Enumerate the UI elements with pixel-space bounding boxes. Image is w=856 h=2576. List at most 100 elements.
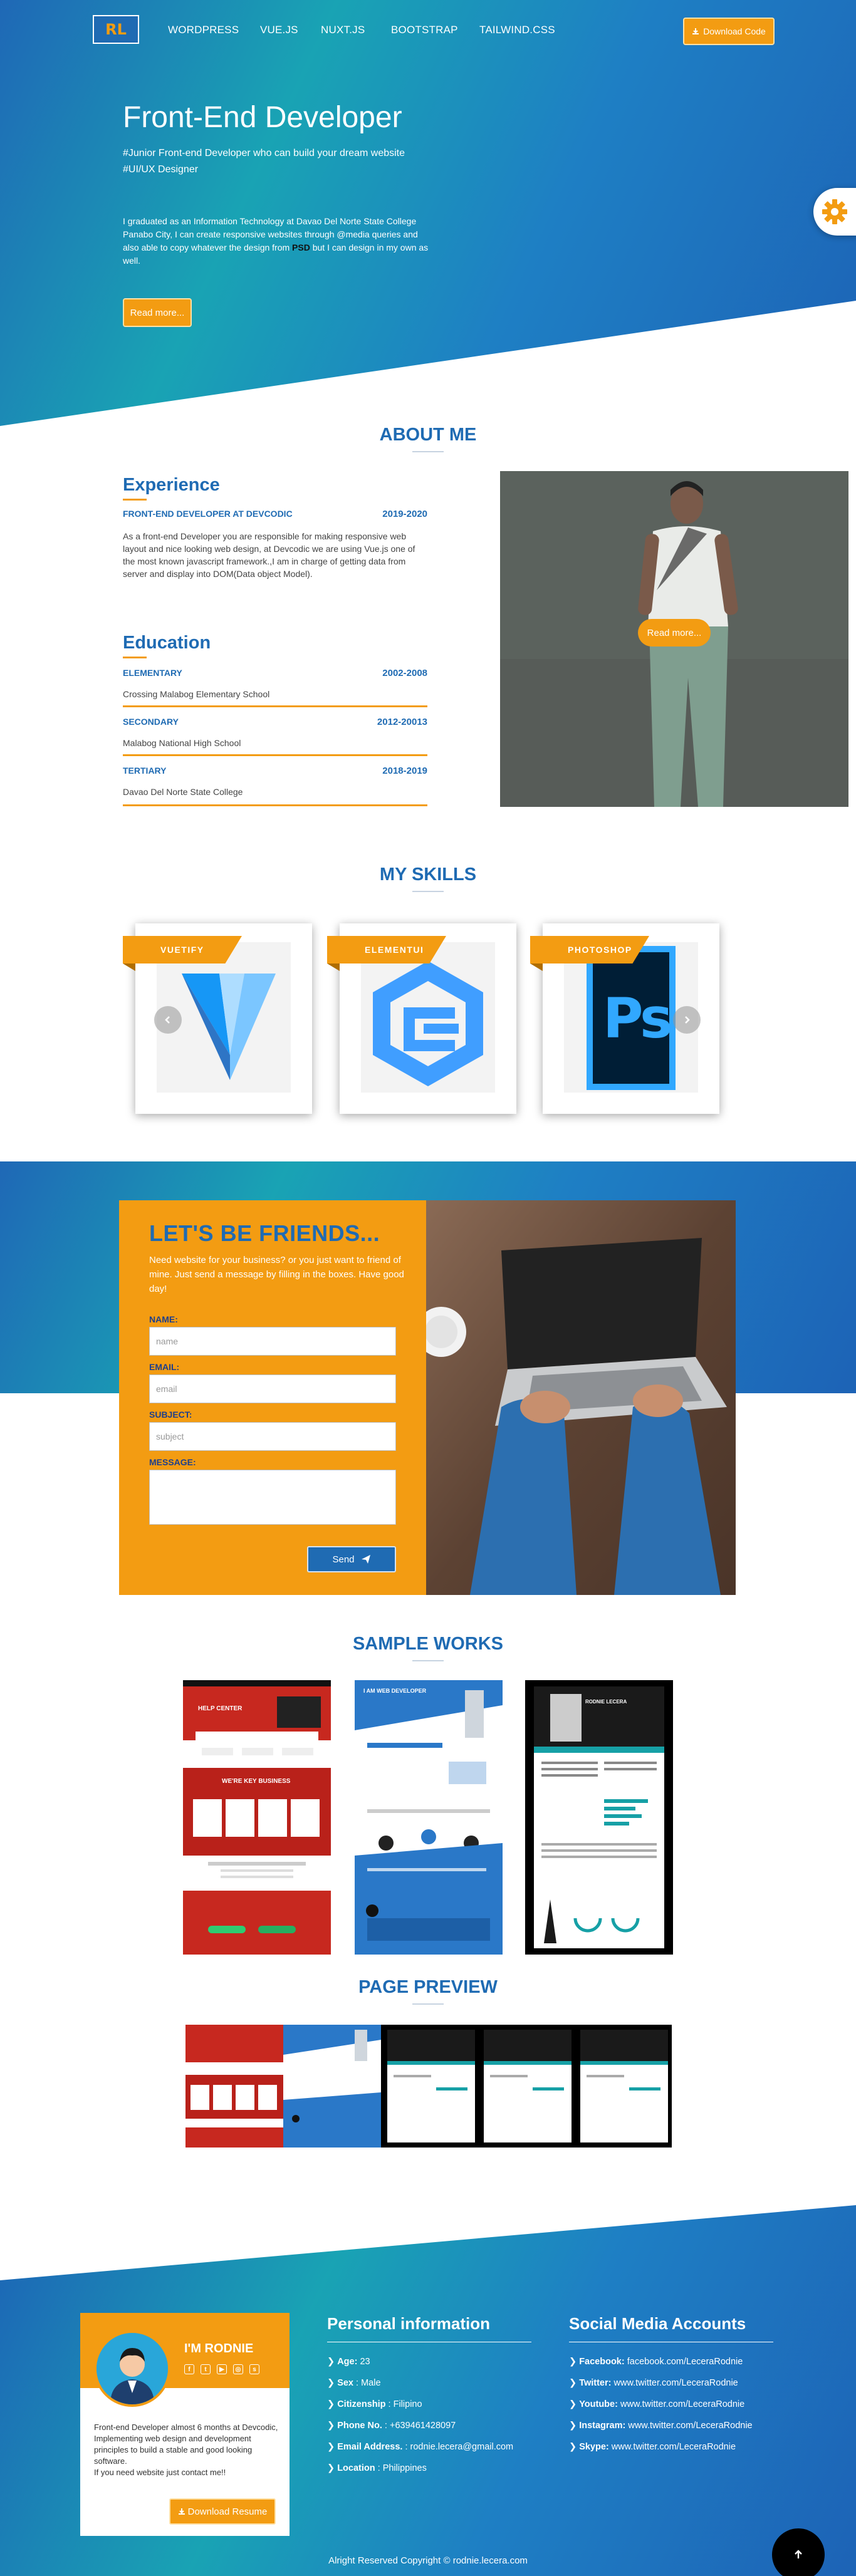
message-textarea[interactable] [149,1470,396,1525]
chevron-right-icon: ❯ [569,2399,580,2409]
education-date-elementary: 2002-2008 [382,668,427,678]
chevron-right-icon: ❯ [327,2463,338,2473]
about-title-divider [412,451,444,452]
arrow-up-icon [795,2550,802,2558]
send-button[interactable]: Send [307,1546,396,1572]
contact-title: LET'S BE FRIENDS... [149,1220,380,1246]
avatar [94,2330,170,2407]
social-value[interactable]: www.twitter.com/LeceraRodnie [609,2442,736,2452]
info-value: : Male [353,2378,381,2388]
info-value: : +639461428097 [382,2421,456,2431]
list-item[interactable]: ❯ Instagram: www.twitter.com/LeceraRodni… [569,2419,753,2441]
chevron-right-icon: ❯ [569,2421,580,2431]
blue-site-screenshot [355,1680,503,1955]
social-accounts-title: Social Media Accounts [569,2314,746,2333]
profile-name: I'M RODNIE [184,2342,254,2355]
elementui-logo-icon [373,961,483,1086]
chevron-right-icon: ❯ [569,2442,580,2452]
carousel-next-button[interactable] [673,1006,701,1034]
email-label: EMAIL: [149,1362,180,1372]
name-input[interactable] [149,1327,396,1356]
nav-link-vuejs[interactable]: VUE.JS [260,24,298,36]
hero-section [0,0,856,426]
skill-card-elementui[interactable]: ELEMENTUI [327,923,516,1114]
site-logo[interactable]: RL [93,15,139,44]
hero-read-more-button[interactable]: Read more... [123,298,192,327]
page-preview-strip[interactable] [185,2025,672,2148]
contact-form-panel: LET'S BE FRIENDS... Need website for you… [119,1200,736,1595]
hero-subtitle-line-1: #Junior Front-end Developer who can buil… [123,148,405,158]
top-navbar: RL WORDPRESS VUE.JS NUXT.JS BOOTSTRAP TA… [0,14,856,49]
ribbon-fold [327,963,340,971]
chevron-right-icon [685,1016,690,1024]
experience-title: Experience [123,475,220,495]
work-thumb-blue-site[interactable]: I AM WEB DEVELOPER [355,1680,503,1955]
red-site-section-text: WE'RE KEY BUSINESS [222,1778,291,1785]
blue-site-header-text: I AM WEB DEVELOPER [363,1688,427,1694]
personal-info-title: Personal information [327,2314,491,2333]
social-key: Facebook: [579,2357,625,2367]
education-school-tertiary: Davao Del Norte State College [123,787,243,797]
list-item[interactable]: ❯ Twitter: www.twitter.com/LeceraRodnie [569,2377,753,2398]
nav-link-bootstrap[interactable]: BOOTSTRAP [391,24,458,36]
work-thumb-resume-site[interactable]: RODNIE LECERA [525,1680,673,1955]
facebook-icon[interactable]: f [184,2364,194,2374]
works-title-divider [412,1660,444,1661]
download-icon [692,28,699,34]
email-input[interactable] [149,1374,396,1403]
education-divider [123,705,427,707]
download-code-button[interactable]: Download Code [683,18,775,45]
social-value[interactable]: www.twitter.com/LeceraRodnie [625,2421,752,2431]
experience-underline [123,499,147,501]
download-resume-button[interactable]: Download Resume [169,2498,276,2525]
skill-ribbon: ELEMENTUI [327,936,446,963]
skype-icon[interactable]: s [249,2364,259,2374]
chevron-right-icon: ❯ [327,2399,338,2409]
list-item: ❯ Citizenship : Filipino [327,2398,513,2419]
chevron-right-icon: ❯ [327,2378,338,2388]
carousel-prev-button[interactable] [154,1006,182,1034]
hero-desc-psd: PSD [292,242,310,252]
profile-bio: Front-end Developer almost 6 months at D… [94,2422,279,2478]
social-key: Instagram: [579,2421,626,2431]
instagram-icon[interactable]: ◎ [233,2364,243,2374]
info-key: Location [337,2463,375,2473]
scroll-to-top-button[interactable] [772,2528,825,2576]
name-label: NAME: [149,1314,178,1324]
chevron-right-icon: ❯ [569,2357,580,2367]
settings-tab[interactable] [813,188,856,236]
nav-link-nuxtjs[interactable]: NUXT.JS [321,24,365,36]
social-value[interactable]: www.twitter.com/LeceraRodnie [611,2378,738,2388]
list-item[interactable]: ❯ Youtube: www.twitter.com/LeceraRodnie [569,2398,753,2419]
info-value: : rodnie.lecera@gmail.com [402,2442,514,2452]
about-read-more-button[interactable]: Read more... [638,619,711,647]
ribbon-fold [530,963,543,971]
download-icon [178,2508,185,2515]
list-item[interactable]: ❯ Facebook: facebook.com/LeceraRodnie [569,2355,753,2377]
profile-bio-text: Front-end Developer almost 6 months at D… [94,2423,278,2466]
social-key: Twitter: [579,2378,612,2388]
education-school-secondary: Malabog National High School [123,738,241,748]
social-value[interactable]: www.twitter.com/LeceraRodnie [618,2399,744,2409]
social-key: Skype: [579,2442,609,2452]
paper-plane-icon [361,1555,370,1564]
subject-input[interactable] [149,1422,396,1451]
info-value: 23 [357,2357,370,2367]
nav-link-wordpress[interactable]: WORDPRESS [168,24,239,36]
nav-link-tailwind[interactable]: TAILWIND.CSS [479,24,555,36]
gear-icon [822,199,847,224]
education-level-secondary: SECONDARY [123,717,179,727]
social-value[interactable]: facebook.com/LeceraRodnie [625,2357,743,2367]
info-key: Email Address. [337,2442,403,2452]
ribbon-fold [123,963,135,971]
info-key: Phone No. [337,2421,382,2431]
list-item[interactable]: ❯ Skype: www.twitter.com/LeceraRodnie [569,2441,753,2462]
twitter-icon[interactable]: t [201,2364,211,2374]
youtube-icon[interactable]: ▶ [217,2364,227,2374]
info-key: Sex [337,2378,353,2388]
social-key: Youtube: [579,2399,618,2409]
message-label: MESSAGE: [149,1457,196,1467]
chevron-right-icon: ❯ [327,2442,338,2452]
list-item: ❯ Email Address. : rodnie.lecera@gmail.c… [327,2441,513,2462]
work-thumb-red-site[interactable]: HELP CENTER WE'RE KEY BUSINESS [183,1680,331,1955]
